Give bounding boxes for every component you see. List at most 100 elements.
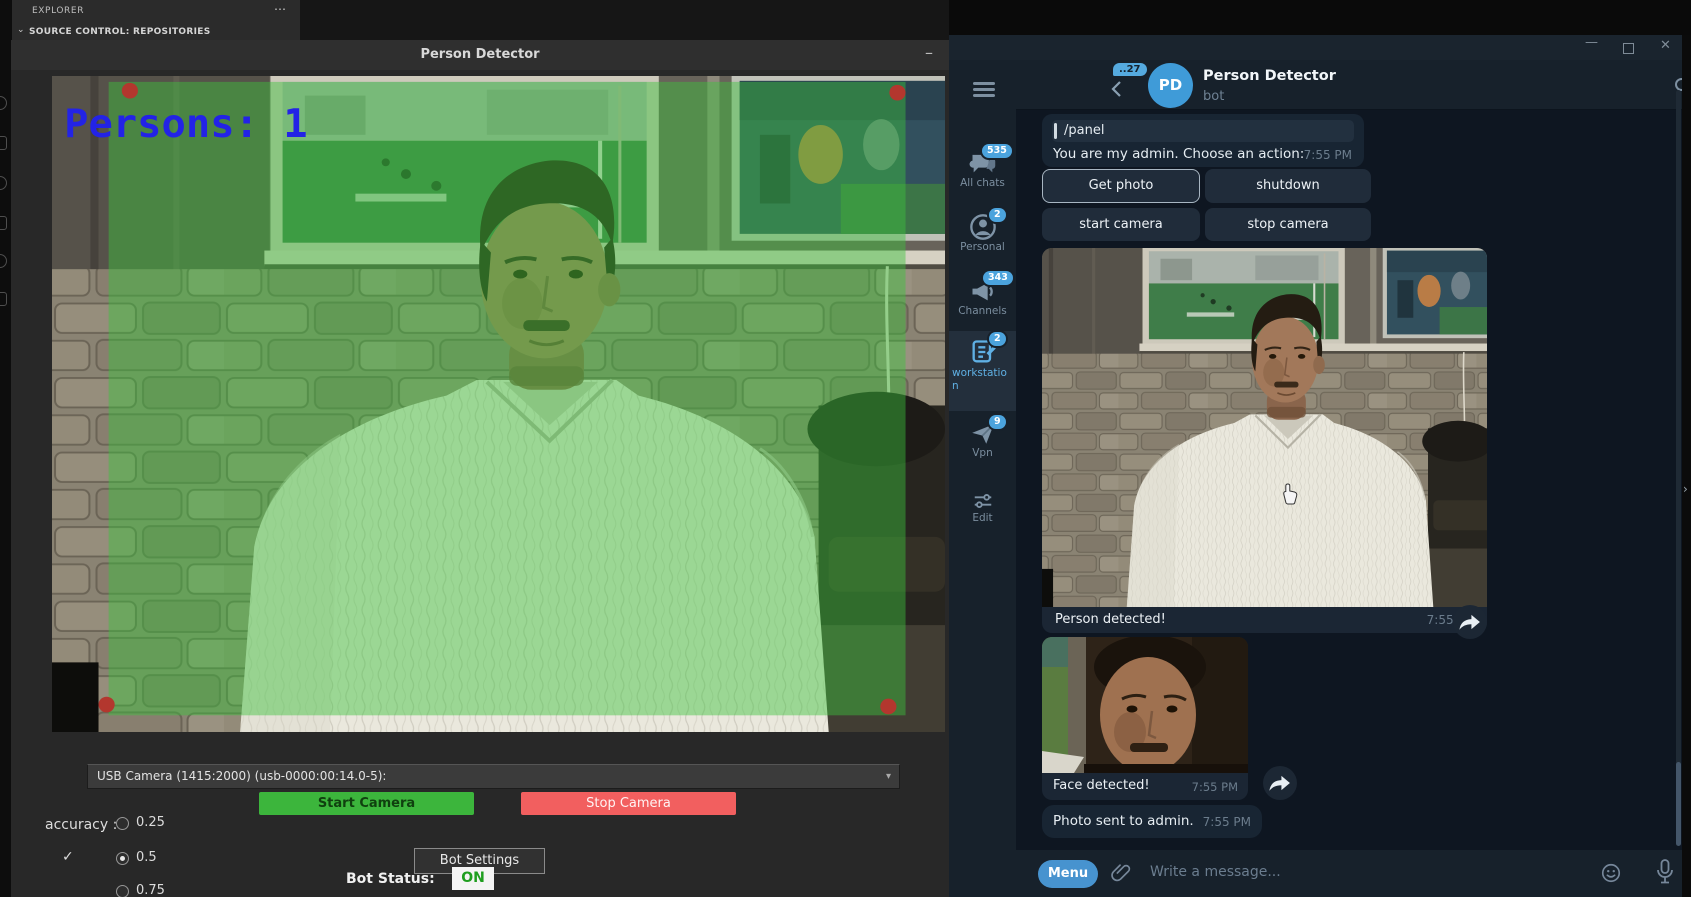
sidebar-item-label: Channels [949, 305, 1016, 318]
desktop: EXPLORER ⋯ ⌄ SOURCE CONTROL: REPOSITORIE… [0, 0, 1691, 897]
avatar[interactable]: PD [1148, 63, 1193, 108]
sidebar-item-personal[interactable]: Personal 2 [949, 213, 1016, 254]
quoted-command-text: /panel [1064, 123, 1104, 138]
quote-bar [1054, 123, 1057, 139]
accuracy-option-label[interactable]: 0.25 [136, 815, 165, 830]
start-camera-button[interactable]: Start Camera [259, 792, 474, 815]
more-actions-icon[interactable]: ⋯ [274, 2, 286, 16]
bot-keyboard-stop-camera[interactable]: stop camera [1205, 208, 1371, 241]
source-control-section-header[interactable]: SOURCE CONTROL: REPOSITORIES [29, 27, 211, 37]
vscode-icon-sliver[interactable] [0, 292, 7, 306]
desktop-gap [949, 0, 1691, 35]
person-detector-window: Person Detector – [11, 40, 949, 897]
sidebar-item-edit[interactable]: Edit [949, 490, 1016, 525]
bot-keyboard-start-camera[interactable]: start camera [1042, 208, 1200, 241]
detection-corner-dot [122, 83, 138, 99]
sidebar-item-channels[interactable]: Channels 343 [949, 277, 1016, 318]
bot-message-bubble: /panel You are my admin. Choose an actio… [1042, 114, 1364, 167]
camera-feed-frame: Persons: 1 [52, 76, 945, 732]
sidebar-item-label: Personal [949, 241, 1016, 254]
unread-badge: 2 [989, 332, 1006, 346]
message-composer: Menu Write a message... [1016, 850, 1682, 897]
unread-badge: 9 [989, 415, 1006, 429]
message-time: 7:55 PM [1192, 780, 1238, 794]
detection-corner-dot [889, 85, 905, 101]
forward-button[interactable] [1453, 605, 1487, 639]
close-button[interactable]: ✕ [1660, 38, 1671, 53]
persons-count-overlay: Persons: 1 [64, 101, 307, 146]
window-title: Person Detector [11, 47, 949, 62]
face-photo-message[interactable] [1042, 637, 1248, 773]
photo-caption-bar: Face detected! 7:55 PM [1042, 773, 1248, 800]
vscode-icon-sliver[interactable] [0, 254, 7, 268]
camera-select[interactable]: USB Camera (1415:2000) (usb-0000:00:14.0… [87, 764, 900, 789]
hamburger-menu-icon[interactable] [973, 82, 995, 100]
accuracy-option-label[interactable]: 0.75 [136, 883, 165, 897]
detection-box-overlay [109, 82, 906, 715]
maximize-button[interactable] [1623, 43, 1634, 54]
dropdown-arrow-icon: ▾ [886, 765, 891, 788]
bot-menu-button[interactable]: Menu [1038, 860, 1098, 888]
chat-scrollbar-thumb[interactable] [1676, 762, 1681, 846]
sidebar-item-vpn[interactable]: Vpn 9 [949, 421, 1016, 460]
forward-arrow-icon [1453, 605, 1487, 639]
vscode-icon-sliver[interactable] [0, 96, 7, 110]
back-arrow-icon[interactable] [1109, 80, 1127, 98]
emoji-icon[interactable] [1600, 862, 1622, 884]
telegram-titlebar: — ✕ [949, 35, 1682, 60]
detection-corner-dot [880, 699, 896, 715]
sidebar-item-label: Edit [949, 512, 1016, 525]
chat-scrollbar-track[interactable] [1676, 90, 1681, 845]
vscode-icon-sliver[interactable] [0, 136, 7, 150]
person-photo [1042, 248, 1487, 607]
unread-badge: 535 [982, 144, 1012, 158]
sidebar-item-label: Vpn [949, 447, 1016, 460]
accuracy-checkmark: ✓ [62, 849, 74, 865]
sidebar-item-label: workstation [949, 367, 1016, 393]
quoted-command[interactable]: /panel [1052, 120, 1354, 142]
person-photo-message[interactable] [1042, 248, 1487, 607]
accuracy-radio-075[interactable] [116, 885, 129, 897]
message-time: 7:55 PM [1304, 148, 1352, 162]
bot-keyboard-get-photo[interactable]: Get photo [1042, 169, 1200, 203]
telegram-window: — ✕ All chats 535 Personal [949, 35, 1682, 897]
chat-header: ..27 PD Person Detector bot ⋮ [1016, 60, 1682, 110]
detection-corner-dot [99, 697, 115, 713]
message-input[interactable]: Write a message... [1150, 864, 1281, 880]
telegram-folder-sidebar: All chats 535 Personal 2 Channels 343 [949, 60, 1016, 897]
sidebar-item-all-chats[interactable]: All chats 535 [949, 149, 1016, 190]
sidebar-item-workstation[interactable]: workstation 2 [949, 331, 1016, 411]
person-detector-titlebar: Person Detector – [11, 40, 949, 70]
vscode-icon-sliver[interactable] [0, 216, 7, 230]
forward-button[interactable] [1263, 766, 1297, 800]
minimize-button[interactable]: – [925, 43, 933, 62]
voice-message-mic-icon[interactable] [1655, 859, 1675, 886]
explorer-title: EXPLORER [32, 6, 84, 16]
bot-message-bubble: Photo sent to admin. 7:55 PM [1042, 805, 1262, 838]
accuracy-radio-025[interactable] [116, 817, 129, 830]
back-unread-badge[interactable]: ..27 [1113, 63, 1147, 76]
minimize-button[interactable]: — [1585, 35, 1598, 50]
screen-edge-strip: › [1682, 35, 1691, 897]
message-text: Photo sent to admin. [1053, 813, 1194, 829]
mouse-cursor-hand [1279, 482, 1299, 505]
vscode-explorer-panel: EXPLORER ⋯ ⌄ SOURCE CONTROL: REPOSITORIE… [12, 0, 300, 40]
unread-badge: 343 [983, 271, 1013, 285]
chat-message-area: /panel You are my admin. Choose an actio… [1016, 110, 1682, 850]
message-text: You are my admin. Choose an action: [1053, 146, 1304, 162]
face-photo [1042, 637, 1248, 773]
vscode-icon-sliver[interactable] [0, 176, 7, 190]
chat-title: Person Detector [1203, 68, 1336, 84]
chevron-down-icon: ⌄ [17, 25, 25, 35]
bot-keyboard-shutdown[interactable]: shutdown [1205, 169, 1371, 203]
edge-expand-chevron[interactable]: › [1683, 482, 1688, 496]
bot-status-value: ON [452, 867, 494, 890]
accuracy-radio-05[interactable] [116, 852, 129, 865]
forward-arrow-icon [1263, 766, 1297, 800]
accuracy-option-label[interactable]: 0.5 [136, 850, 157, 865]
photo-caption-bar: Person detected! 7:55 PM [1042, 607, 1487, 633]
stop-camera-button[interactable]: Stop Camera [521, 792, 736, 815]
caption-text: Face detected! [1053, 778, 1150, 793]
camera-feed: Persons: 1 [52, 76, 945, 732]
attach-paperclip-icon[interactable] [1110, 861, 1132, 885]
